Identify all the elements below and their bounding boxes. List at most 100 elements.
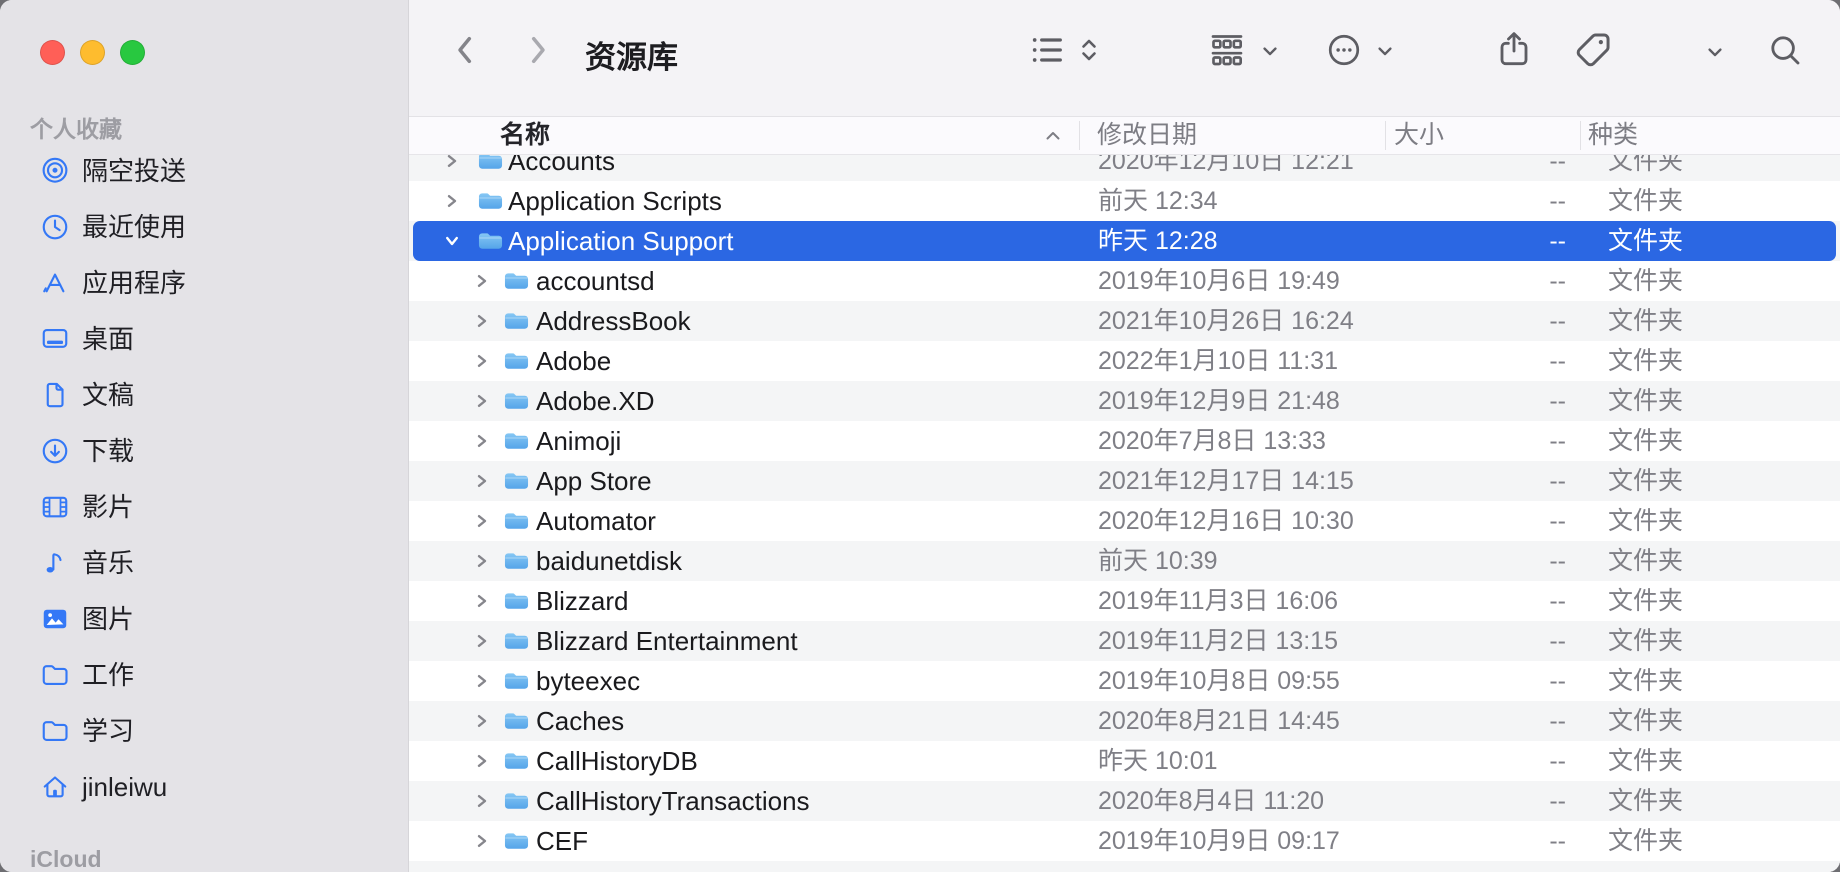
- file-row[interactable]: byteexec2019年10月8日 09:55--文件夹: [409, 661, 1840, 701]
- view-sort-arrows-icon[interactable]: [1074, 35, 1104, 65]
- file-row[interactable]: Adobe.XD2019年12月9日 21:48--文件夹: [409, 381, 1840, 421]
- file-name: Caches: [536, 701, 624, 741]
- file-row[interactable]: CallHistoryDB昨天 10:01--文件夹: [409, 741, 1840, 781]
- toolbar-overflow-chevron-icon[interactable]: [1702, 39, 1728, 65]
- column-header-date-modified[interactable]: 修改日期: [1097, 117, 1197, 154]
- more-actions-chevron-down-icon[interactable]: [1372, 38, 1398, 64]
- disclosure-collapsed-icon[interactable]: [476, 754, 488, 768]
- file-kind: 文件夹: [1608, 261, 1683, 301]
- disclosure-collapsed-icon[interactable]: [446, 155, 458, 168]
- disclosure-collapsed-icon[interactable]: [476, 514, 488, 528]
- file-row[interactable]: AddressBook2021年10月26日 16:24--文件夹: [409, 301, 1840, 341]
- file-row[interactable]: Blizzard2019年11月3日 16:06--文件夹: [409, 581, 1840, 621]
- sidebar-item-工作[interactable]: 工作: [0, 647, 408, 703]
- file-kind: 文件夹: [1608, 461, 1683, 501]
- sidebar-item-图片[interactable]: 图片: [0, 591, 408, 647]
- folder-icon: [40, 660, 70, 690]
- file-name: baidunetdisk: [536, 541, 682, 581]
- disclosure-collapsed-icon[interactable]: [476, 474, 488, 488]
- column-divider[interactable]: [1385, 121, 1386, 150]
- disclosure-collapsed-icon[interactable]: [476, 274, 488, 288]
- file-row[interactable]: Accounts2020年12月10日 12:21--文件夹: [409, 155, 1840, 181]
- file-row[interactable]: [409, 861, 1840, 872]
- group-by-chevron-down-icon[interactable]: [1257, 38, 1283, 64]
- finder-window: 个人收藏 隔空投送最近使用应用程序桌面文稿下载影片音乐图片工作学习jinleiw…: [0, 0, 1840, 872]
- file-size: --: [1446, 541, 1566, 581]
- file-row[interactable]: Caches2020年8月21日 14:45--文件夹: [409, 701, 1840, 741]
- sidebar-item-影片[interactable]: 影片: [0, 479, 408, 535]
- sidebar-item-隔空投送[interactable]: 隔空投送: [0, 143, 408, 199]
- view-list-button[interactable]: [1027, 30, 1067, 70]
- disclosure-collapsed-icon[interactable]: [476, 594, 488, 608]
- minimize-button[interactable]: [80, 40, 105, 65]
- file-row[interactable]: baidunetdisk前天 10:39--文件夹: [409, 541, 1840, 581]
- disclosure-collapsed-icon[interactable]: [476, 634, 488, 648]
- search-button[interactable]: [1766, 31, 1804, 69]
- file-row[interactable]: Application Support昨天 12:28--文件夹: [409, 221, 1840, 261]
- column-header-size[interactable]: 大小: [1394, 117, 1444, 154]
- more-actions-button[interactable]: [1325, 31, 1363, 69]
- file-row[interactable]: Application Scripts前天 12:34--文件夹: [409, 181, 1840, 221]
- file-size: --: [1446, 621, 1566, 661]
- sidebar-item-最近使用[interactable]: 最近使用: [0, 199, 408, 255]
- disclosure-collapsed-icon[interactable]: [476, 434, 488, 448]
- forward-button[interactable]: [518, 30, 558, 70]
- file-name: Automator: [536, 501, 656, 541]
- sidebar-item-音乐[interactable]: 音乐: [0, 535, 408, 591]
- file-size: --: [1446, 155, 1566, 181]
- sidebar-item-label: 学习: [82, 703, 134, 759]
- share-button[interactable]: [1494, 29, 1534, 69]
- disclosure-collapsed-icon[interactable]: [476, 554, 488, 568]
- column-header-name[interactable]: 名称: [500, 117, 550, 154]
- music-icon: [40, 548, 70, 578]
- file-date-modified: 2019年10月9日 09:17: [1098, 821, 1340, 861]
- file-row[interactable]: App Store2021年12月17日 14:15--文件夹: [409, 461, 1840, 501]
- file-kind: 文件夹: [1608, 661, 1683, 701]
- sidebar-item-label: 隔空投送: [82, 143, 186, 199]
- disclosure-collapsed-icon[interactable]: [476, 394, 488, 408]
- file-kind: 文件夹: [1608, 221, 1683, 261]
- file-row[interactable]: Adobe2022年1月10日 11:31--文件夹: [409, 341, 1840, 381]
- file-name: Adobe: [536, 341, 611, 381]
- folder-icon: [478, 155, 503, 171]
- folder-icon: [504, 511, 529, 531]
- disclosure-collapsed-icon[interactable]: [446, 194, 458, 208]
- file-size: --: [1446, 581, 1566, 621]
- disclosure-collapsed-icon[interactable]: [476, 834, 488, 848]
- file-kind: 文件夹: [1608, 421, 1683, 461]
- file-name: byteexec: [536, 661, 640, 701]
- column-header-kind[interactable]: 种类: [1588, 117, 1638, 154]
- sidebar-item-文稿[interactable]: 文稿: [0, 367, 408, 423]
- zoom-button[interactable]: [120, 40, 145, 65]
- disclosure-collapsed-icon[interactable]: [476, 674, 488, 688]
- close-button[interactable]: [40, 40, 65, 65]
- disclosure-collapsed-icon[interactable]: [476, 714, 488, 728]
- sidebar-item-jinleiwu[interactable]: jinleiwu: [0, 759, 408, 815]
- disclosure-collapsed-icon[interactable]: [476, 314, 488, 328]
- sidebar-item-下载[interactable]: 下载: [0, 423, 408, 479]
- sidebar-item-label: 下载: [82, 423, 134, 479]
- sidebar-item-学习[interactable]: 学习: [0, 703, 408, 759]
- file-row[interactable]: accountsd2019年10月6日 19:49--文件夹: [409, 261, 1840, 301]
- disclosure-expanded-icon[interactable]: [445, 235, 459, 247]
- column-divider[interactable]: [1580, 121, 1581, 150]
- file-list: Accounts2020年12月10日 12:21--文件夹Applicatio…: [409, 155, 1840, 872]
- column-divider[interactable]: [1079, 121, 1080, 150]
- file-row[interactable]: Blizzard Entertainment2019年11月2日 13:15--…: [409, 621, 1840, 661]
- file-row[interactable]: Animoji2020年7月8日 13:33--文件夹: [409, 421, 1840, 461]
- file-row[interactable]: CEF2019年10月9日 09:17--文件夹: [409, 821, 1840, 861]
- file-name: App Store: [536, 461, 652, 501]
- group-by-button[interactable]: [1207, 30, 1247, 70]
- folder-icon: [504, 271, 529, 291]
- file-row[interactable]: CallHistoryTransactions2020年8月4日 11:20--…: [409, 781, 1840, 821]
- file-date-modified: 2021年12月17日 14:15: [1098, 461, 1354, 501]
- back-button[interactable]: [445, 30, 485, 70]
- disclosure-collapsed-icon[interactable]: [476, 794, 488, 808]
- tag-button[interactable]: [1572, 29, 1614, 71]
- disclosure-collapsed-icon[interactable]: [476, 354, 488, 368]
- folder-icon: [478, 231, 503, 251]
- sidebar-item-应用程序[interactable]: 应用程序: [0, 255, 408, 311]
- sidebar-item-桌面[interactable]: 桌面: [0, 311, 408, 367]
- file-row[interactable]: Automator2020年12月16日 10:30--文件夹: [409, 501, 1840, 541]
- folder-icon: [40, 716, 70, 746]
